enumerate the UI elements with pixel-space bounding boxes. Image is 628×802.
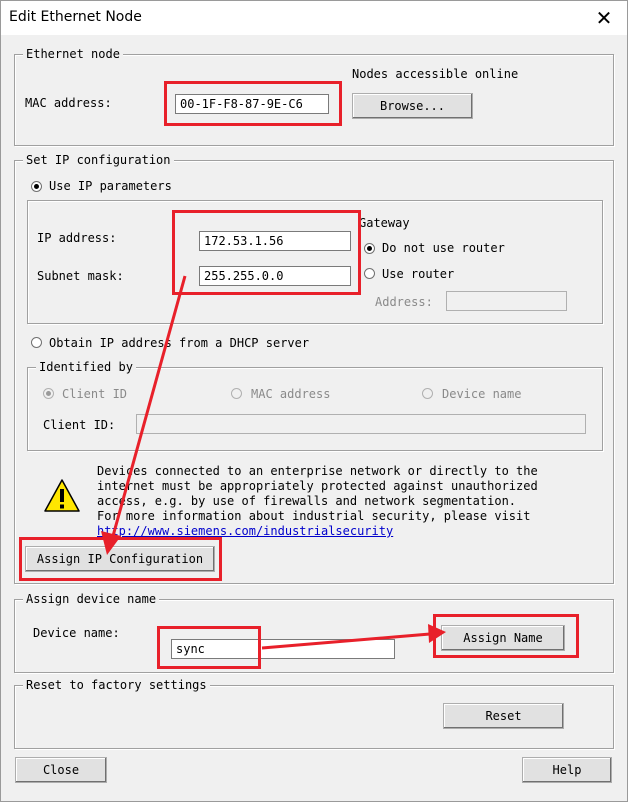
ip-address-field[interactable]: 172.53.1.56 [199,231,351,251]
device-name-label: Device name: [33,626,120,640]
dhcp-label: Obtain IP address from a DHCP server [49,336,310,350]
reset-button[interactable]: Reset [443,703,564,729]
ethernet-node-legend: Ethernet node [23,47,123,61]
dhcp-radio[interactable] [31,337,42,348]
close-button[interactable]: Close [15,757,107,783]
do-not-use-router-label: Do not use router [382,241,505,255]
subnet-mask-label: Subnet mask: [37,269,124,283]
identified-by-group: Identified by [27,360,603,451]
device-name-radio[interactable] [422,388,433,399]
window-title: Edit Ethernet Node [9,9,142,25]
use-ip-parameters-radio[interactable] [31,181,42,192]
router-address-label: Address: [375,295,433,309]
security-notice: Devices connected to an enterprise netwo… [97,464,538,539]
mac-address-label: MAC address: [25,96,112,110]
router-address-field[interactable] [446,291,567,311]
identified-by-legend: Identified by [36,360,136,374]
subnet-mask-field[interactable]: 255.255.0.0 [199,266,351,286]
use-router-radio[interactable] [364,268,375,279]
notice-line: internet must be appropriately protected… [97,479,538,493]
mac-address-radio-label: MAC address [251,387,331,401]
do-not-use-router-radio[interactable] [364,243,375,254]
close-icon[interactable]: ✕ [591,5,617,31]
warning-icon [42,476,82,516]
device-name-field[interactable]: sync [171,639,395,659]
client-id-radio[interactable] [43,388,54,399]
mac-address-radio[interactable] [231,388,242,399]
client-id-radio-label: Client ID [62,387,128,401]
assign-ip-configuration-button[interactable]: Assign IP Configuration [25,546,215,572]
assign-device-name-legend: Assign device name [23,592,160,606]
browse-button[interactable]: Browse... [352,93,473,119]
help-button[interactable]: Help [522,757,612,783]
use-ip-parameters-label: Use IP parameters [49,179,172,193]
notice-line: Devices connected to an enterprise netwo… [97,464,538,478]
client-id-label: Client ID: [43,418,116,432]
nodes-online-label: Nodes accessible online [352,67,519,81]
notice-line: For more information about industrial se… [97,509,531,523]
title-bar: Edit Ethernet Node ✕ [1,1,627,35]
set-ip-legend: Set IP configuration [23,153,174,167]
client-id-field[interactable] [136,414,586,434]
ip-address-label: IP address: [37,231,117,245]
factory-reset-legend: Reset to factory settings [23,678,210,692]
mac-address-field[interactable]: 00-1F-F8-87-9E-C6 [175,94,329,114]
device-name-radio-label: Device name [442,387,522,401]
industrial-security-link[interactable]: http://www.siemens.com/industrialsecurit… [97,524,538,539]
notice-line: access, e.g. by use of firewalls and net… [97,494,517,508]
assign-name-button[interactable]: Assign Name [441,625,565,651]
use-router-label: Use router [382,267,455,281]
gateway-label: Gateway [359,216,410,230]
